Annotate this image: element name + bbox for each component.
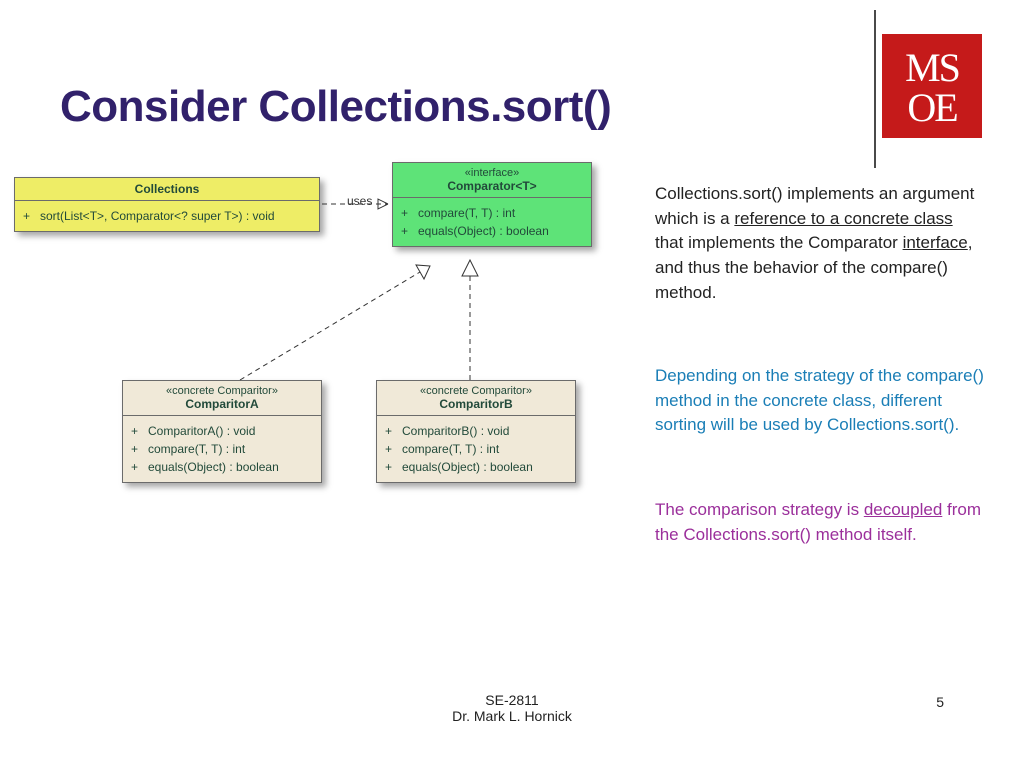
uml-compB-name: ComparitorB [385, 397, 567, 411]
footer-course: SE-2811 [0, 692, 1024, 708]
paragraph-1: Collections.sort() implements an argumen… [655, 182, 985, 305]
uml-compA-name: ComparitorA [131, 397, 313, 411]
paragraph-2: Depending on the strategy of the compare… [655, 364, 985, 438]
logo-line1: MS [905, 48, 959, 88]
slide-title: Consider Collections.sort() [60, 82, 611, 132]
uses-label: uses [347, 194, 372, 208]
uml-comparator: «interface» Comparator<T> + compare(T, T… [392, 162, 592, 247]
footer: SE-2811 Dr. Mark L. Hornick [0, 692, 1024, 724]
p1-u1: reference to a concrete class [734, 209, 952, 228]
uml-compA-header: «concrete Comparitor» ComparitorA [123, 381, 321, 416]
footer-author: Dr. Mark L. Hornick [0, 708, 1024, 724]
page-number: 5 [936, 694, 944, 710]
p1-t2: that implements the Comparator [655, 233, 903, 252]
uml-comparitor-b: «concrete Comparitor» ComparitorB + Comp… [376, 380, 576, 483]
logo-line2: OE [907, 88, 956, 128]
uml-collections-name: Collections [15, 178, 319, 201]
uml-compB-header: «concrete Comparitor» ComparitorB [377, 381, 575, 416]
msoe-logo: MS OE [882, 34, 982, 138]
uml-compA-stereo: «concrete Comparitor» [131, 385, 313, 397]
p3-t1: The comparison strategy is [655, 500, 864, 519]
header-divider [874, 10, 876, 168]
uml-comparator-header: «interface» Comparator<T> [393, 163, 591, 198]
uml-comparator-stereo: «interface» [401, 167, 583, 179]
uml-compB-stereo: «concrete Comparitor» [385, 385, 567, 397]
p1-u2: interface [903, 233, 968, 252]
uml-comparator-ops: + compare(T, T) : int + equals(Object) :… [393, 198, 591, 246]
paragraph-3: The comparison strategy is decoupled fro… [655, 498, 985, 547]
uml-comparator-name: Comparator<T> [401, 179, 583, 193]
uml-compB-ops: + ComparitorB() : void + compare(T, T) :… [377, 416, 575, 482]
uml-collections-ops: + sort(List<T>, Comparator<? super T>) :… [15, 201, 319, 231]
p3-u1: decoupled [864, 500, 942, 519]
uml-compA-ops: + ComparitorA() : void + compare(T, T) :… [123, 416, 321, 482]
uml-comparitor-a: «concrete Comparitor» ComparitorA + Comp… [122, 380, 322, 483]
uml-collections: Collections + sort(List<T>, Comparator<?… [14, 177, 320, 232]
